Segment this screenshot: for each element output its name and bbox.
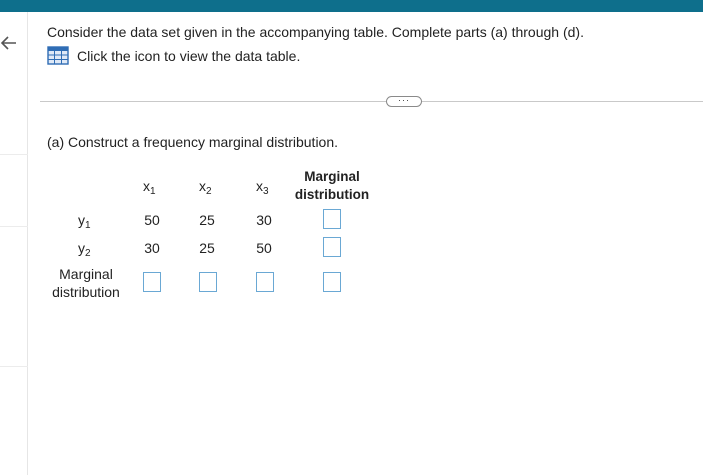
data-table-link-text[interactable]: Click the icon to view the data table.: [77, 48, 300, 64]
cell-y2-x1: 30: [144, 240, 160, 256]
cell-y1-x2: 25: [199, 212, 215, 228]
cell-y1-x3: 30: [256, 212, 272, 228]
panel-divider: [0, 226, 28, 227]
cell-y2-x2: 25: [199, 240, 215, 256]
row-label-marginal: Marginal distribution: [52, 266, 120, 300]
row-label-y1: y1: [78, 212, 91, 231]
section-divider: [40, 101, 703, 102]
col-header-x3: x3: [256, 178, 269, 197]
answer-input-marginal-x1[interactable]: [143, 272, 161, 292]
col-header-x1: x1: [143, 178, 156, 197]
data-table-icon[interactable]: [47, 46, 69, 65]
answer-input-y1-marginal[interactable]: [323, 209, 341, 229]
part-a-instruction: (a) Construct a frequency marginal distr…: [47, 134, 339, 150]
left-side-panel: [0, 12, 28, 475]
answer-input-marginal-total[interactable]: [323, 272, 341, 292]
col-header-x2: x2: [199, 178, 212, 197]
row-label-y2: y2: [78, 240, 91, 259]
answer-input-marginal-x2[interactable]: [199, 272, 217, 292]
col-header-marginal: Marginal distribution: [294, 169, 370, 202]
answer-input-marginal-x3[interactable]: [256, 272, 274, 292]
answer-input-y2-marginal[interactable]: [323, 237, 341, 257]
back-arrow-icon[interactable]: [0, 32, 22, 54]
panel-divider: [0, 154, 28, 155]
more-button[interactable]: ···: [386, 96, 422, 107]
cell-y1-x1: 50: [144, 212, 160, 228]
question-prompt: Consider the data set given in the accom…: [47, 24, 584, 40]
cell-y2-x3: 50: [256, 240, 272, 256]
top-bar: [0, 0, 703, 12]
panel-divider: [0, 366, 28, 367]
data-table-row: Click the icon to view the data table.: [47, 46, 300, 65]
